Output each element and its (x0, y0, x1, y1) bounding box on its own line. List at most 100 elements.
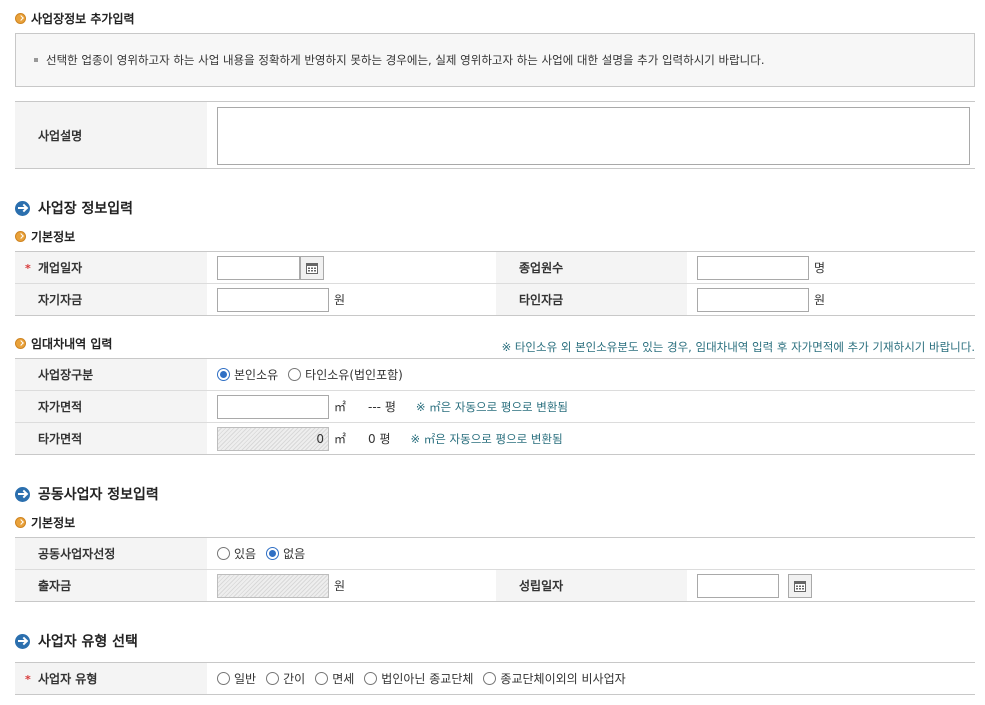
required-star-icon: * (25, 673, 31, 686)
desc-label: 사업설명 (15, 102, 207, 168)
own-area-unit: ㎡ (334, 400, 347, 414)
investment-input (217, 573, 329, 598)
employees-input[interactable] (697, 255, 809, 280)
lease-table: 사업장구분 본인소유 타인소유(법인포함) 자가면적 ㎡ --- 평 ※ ㎡은 … (15, 358, 975, 455)
own-area-pyeong: --- 평 (368, 400, 396, 414)
extra-info-title-text: 사업장정보 추가입력 (31, 12, 135, 26)
biztype-general-radio[interactable] (217, 672, 230, 685)
own-area-convert-note: ※ ㎡은 자동으로 평으로 변환됨 (415, 399, 569, 414)
square-bullet-icon (34, 58, 38, 62)
joint-select-options: 있음 없음 (217, 538, 315, 569)
investment-cell: 원 (217, 570, 345, 601)
investment-label: 출자금 (15, 570, 207, 601)
workplace-basic-title: 기본정보 (15, 228, 75, 245)
desc-row: 사업설명 (15, 102, 975, 169)
other-area-pyeong: 0 평 (368, 432, 391, 446)
other-fund-label: 타인자금 (496, 284, 687, 315)
workplace-basic-title-text: 기본정보 (31, 230, 76, 244)
calendar-icon[interactable] (788, 573, 812, 598)
biztype-simple-radio[interactable] (266, 672, 280, 685)
founded-cell (697, 570, 812, 601)
investment-unit: 원 (334, 579, 346, 593)
founded-label: 성립일자 (496, 570, 687, 601)
own-area-row: 자가면적 ㎡ --- 평 ※ ㎡은 자동으로 평으로 변환됨 (15, 391, 975, 423)
own-property-label[interactable]: 본인소유 (234, 366, 278, 383)
biztype-options: 일반 간이 면세 법인아닌 종교단체 종교단체이외의 비사업자 (217, 663, 636, 694)
blue-arrow-circle-icon (15, 486, 30, 502)
own-fund-cell: 원 (217, 284, 345, 315)
joint-basic-title: 기본정보 (15, 514, 75, 531)
lease-title-text: 임대차내역 입력 (31, 337, 113, 351)
employees-unit: 명 (814, 261, 826, 275)
employees-cell: 명 (697, 252, 825, 283)
biztype-nonbusiness-radio[interactable] (483, 672, 497, 685)
other-area-input: 0 (217, 426, 329, 451)
workplace-section-title: 사업장 정보입력 (15, 198, 133, 218)
biztype-table: * 사업자 유형 일반 간이 면세 법인아닌 종교단체 종교단체이외의 비사업자 (15, 662, 975, 695)
joint-no-radio[interactable] (266, 547, 280, 560)
own-area-input[interactable] (217, 394, 329, 419)
open-date-input[interactable] (217, 255, 300, 280)
blue-arrow-circle-icon (15, 200, 30, 216)
other-property-radio[interactable] (288, 368, 302, 381)
employees-label: 종업원수 (496, 252, 687, 283)
other-area-row: 타가면적 0 ㎡ 0 평 ※ ㎡은 자동으로 평으로 변환됨 (15, 423, 975, 455)
joint-yes-radio[interactable] (217, 547, 230, 560)
lease-title: 임대차내역 입력 (15, 335, 112, 352)
joint-yes-label[interactable]: 있음 (234, 545, 256, 562)
biztype-exempt-radio[interactable] (315, 672, 329, 685)
required-star-icon: * (25, 262, 31, 275)
extra-info-notice-text: 선택한 업종이 영위하고자 하는 사업 내용을 정확하게 반영하지 못하는 경우… (46, 53, 765, 67)
joint-investment-row: 출자금 원 성립일자 (15, 570, 975, 602)
own-area-cell: ㎡ --- 평 ※ ㎡은 자동으로 평으로 변환됨 (217, 391, 568, 422)
orange-bullet-icon (15, 13, 26, 24)
other-fund-input[interactable] (697, 287, 809, 312)
joint-table: 공동사업자선정 있음 없음 출자금 원 성립일자 (15, 537, 975, 602)
other-area-unit: ㎡ (334, 432, 347, 446)
lease-type-row: 사업장구분 본인소유 타인소유(법인포함) (15, 359, 975, 391)
joint-section-title-text: 공동사업자 정보입력 (38, 487, 159, 503)
orange-bullet-icon (15, 338, 26, 349)
workplace-section-title-text: 사업장 정보입력 (38, 201, 134, 217)
own-area-label: 자가면적 (15, 391, 207, 422)
extra-info-title: 사업장정보 추가입력 (15, 10, 135, 27)
own-property-radio[interactable] (217, 368, 230, 381)
biztype-exempt-label[interactable]: 면세 (332, 670, 354, 687)
biztype-religious-radio[interactable] (364, 672, 378, 685)
biztype-section-title: 사업자 유형 선택 (15, 631, 138, 651)
biztype-nonbusiness-label[interactable]: 종교단체이외의 비사업자 (500, 670, 625, 687)
workplace-table: * 개업일자 종업원수 명 자기자금 원 타인자금 원 (15, 251, 975, 316)
other-fund-unit: 원 (814, 293, 826, 307)
own-fund-label: 자기자금 (15, 284, 207, 315)
biztype-row: * 사업자 유형 일반 간이 면세 법인아닌 종교단체 종교단체이외의 비사업자 (15, 663, 975, 695)
own-fund-unit: 원 (334, 293, 346, 307)
extra-info-table: 사업설명 (15, 101, 975, 169)
blue-arrow-circle-icon (15, 633, 30, 649)
founded-date-input[interactable] (697, 573, 779, 598)
other-fund-cell: 원 (697, 284, 825, 315)
fund-row: 자기자금 원 타인자금 원 (15, 284, 975, 316)
orange-bullet-icon (15, 517, 26, 528)
other-property-label[interactable]: 타인소유(법인포함) (305, 366, 403, 383)
joint-no-label[interactable]: 없음 (283, 545, 305, 562)
joint-select-label: 공동사업자선정 (15, 538, 207, 569)
other-area-cell: 0 ㎡ 0 평 ※ ㎡은 자동으로 평으로 변환됨 (217, 423, 563, 454)
open-date-label: * 개업일자 (15, 252, 207, 283)
calendar-icon[interactable] (300, 255, 324, 280)
biztype-section-title-text: 사업자 유형 선택 (38, 634, 138, 650)
lease-notice: ※ 타인소유 외 본인소유분도 있는 경우, 임대차내역 입력 후 자가면적에 … (501, 340, 975, 354)
open-date-cell (217, 252, 324, 283)
other-area-convert-note: ※ ㎡은 자동으로 평으로 변환됨 (410, 431, 563, 446)
lease-type-options: 본인소유 타인소유(법인포함) (217, 359, 413, 390)
orange-bullet-icon (15, 231, 26, 242)
lease-type-label: 사업장구분 (15, 359, 207, 390)
biztype-religious-label[interactable]: 법인아닌 종교단체 (381, 670, 473, 687)
extra-info-notice: 선택한 업종이 영위하고자 하는 사업 내용을 정확하게 반영하지 못하는 경우… (15, 33, 975, 87)
open-date-row: * 개업일자 종업원수 명 (15, 252, 975, 284)
business-description-textarea[interactable] (217, 107, 970, 165)
own-fund-input[interactable] (217, 287, 329, 312)
biztype-simple-label[interactable]: 간이 (283, 670, 305, 687)
other-area-label: 타가면적 (15, 423, 207, 454)
biztype-general-label[interactable]: 일반 (234, 670, 256, 687)
joint-select-row: 공동사업자선정 있음 없음 (15, 538, 975, 570)
